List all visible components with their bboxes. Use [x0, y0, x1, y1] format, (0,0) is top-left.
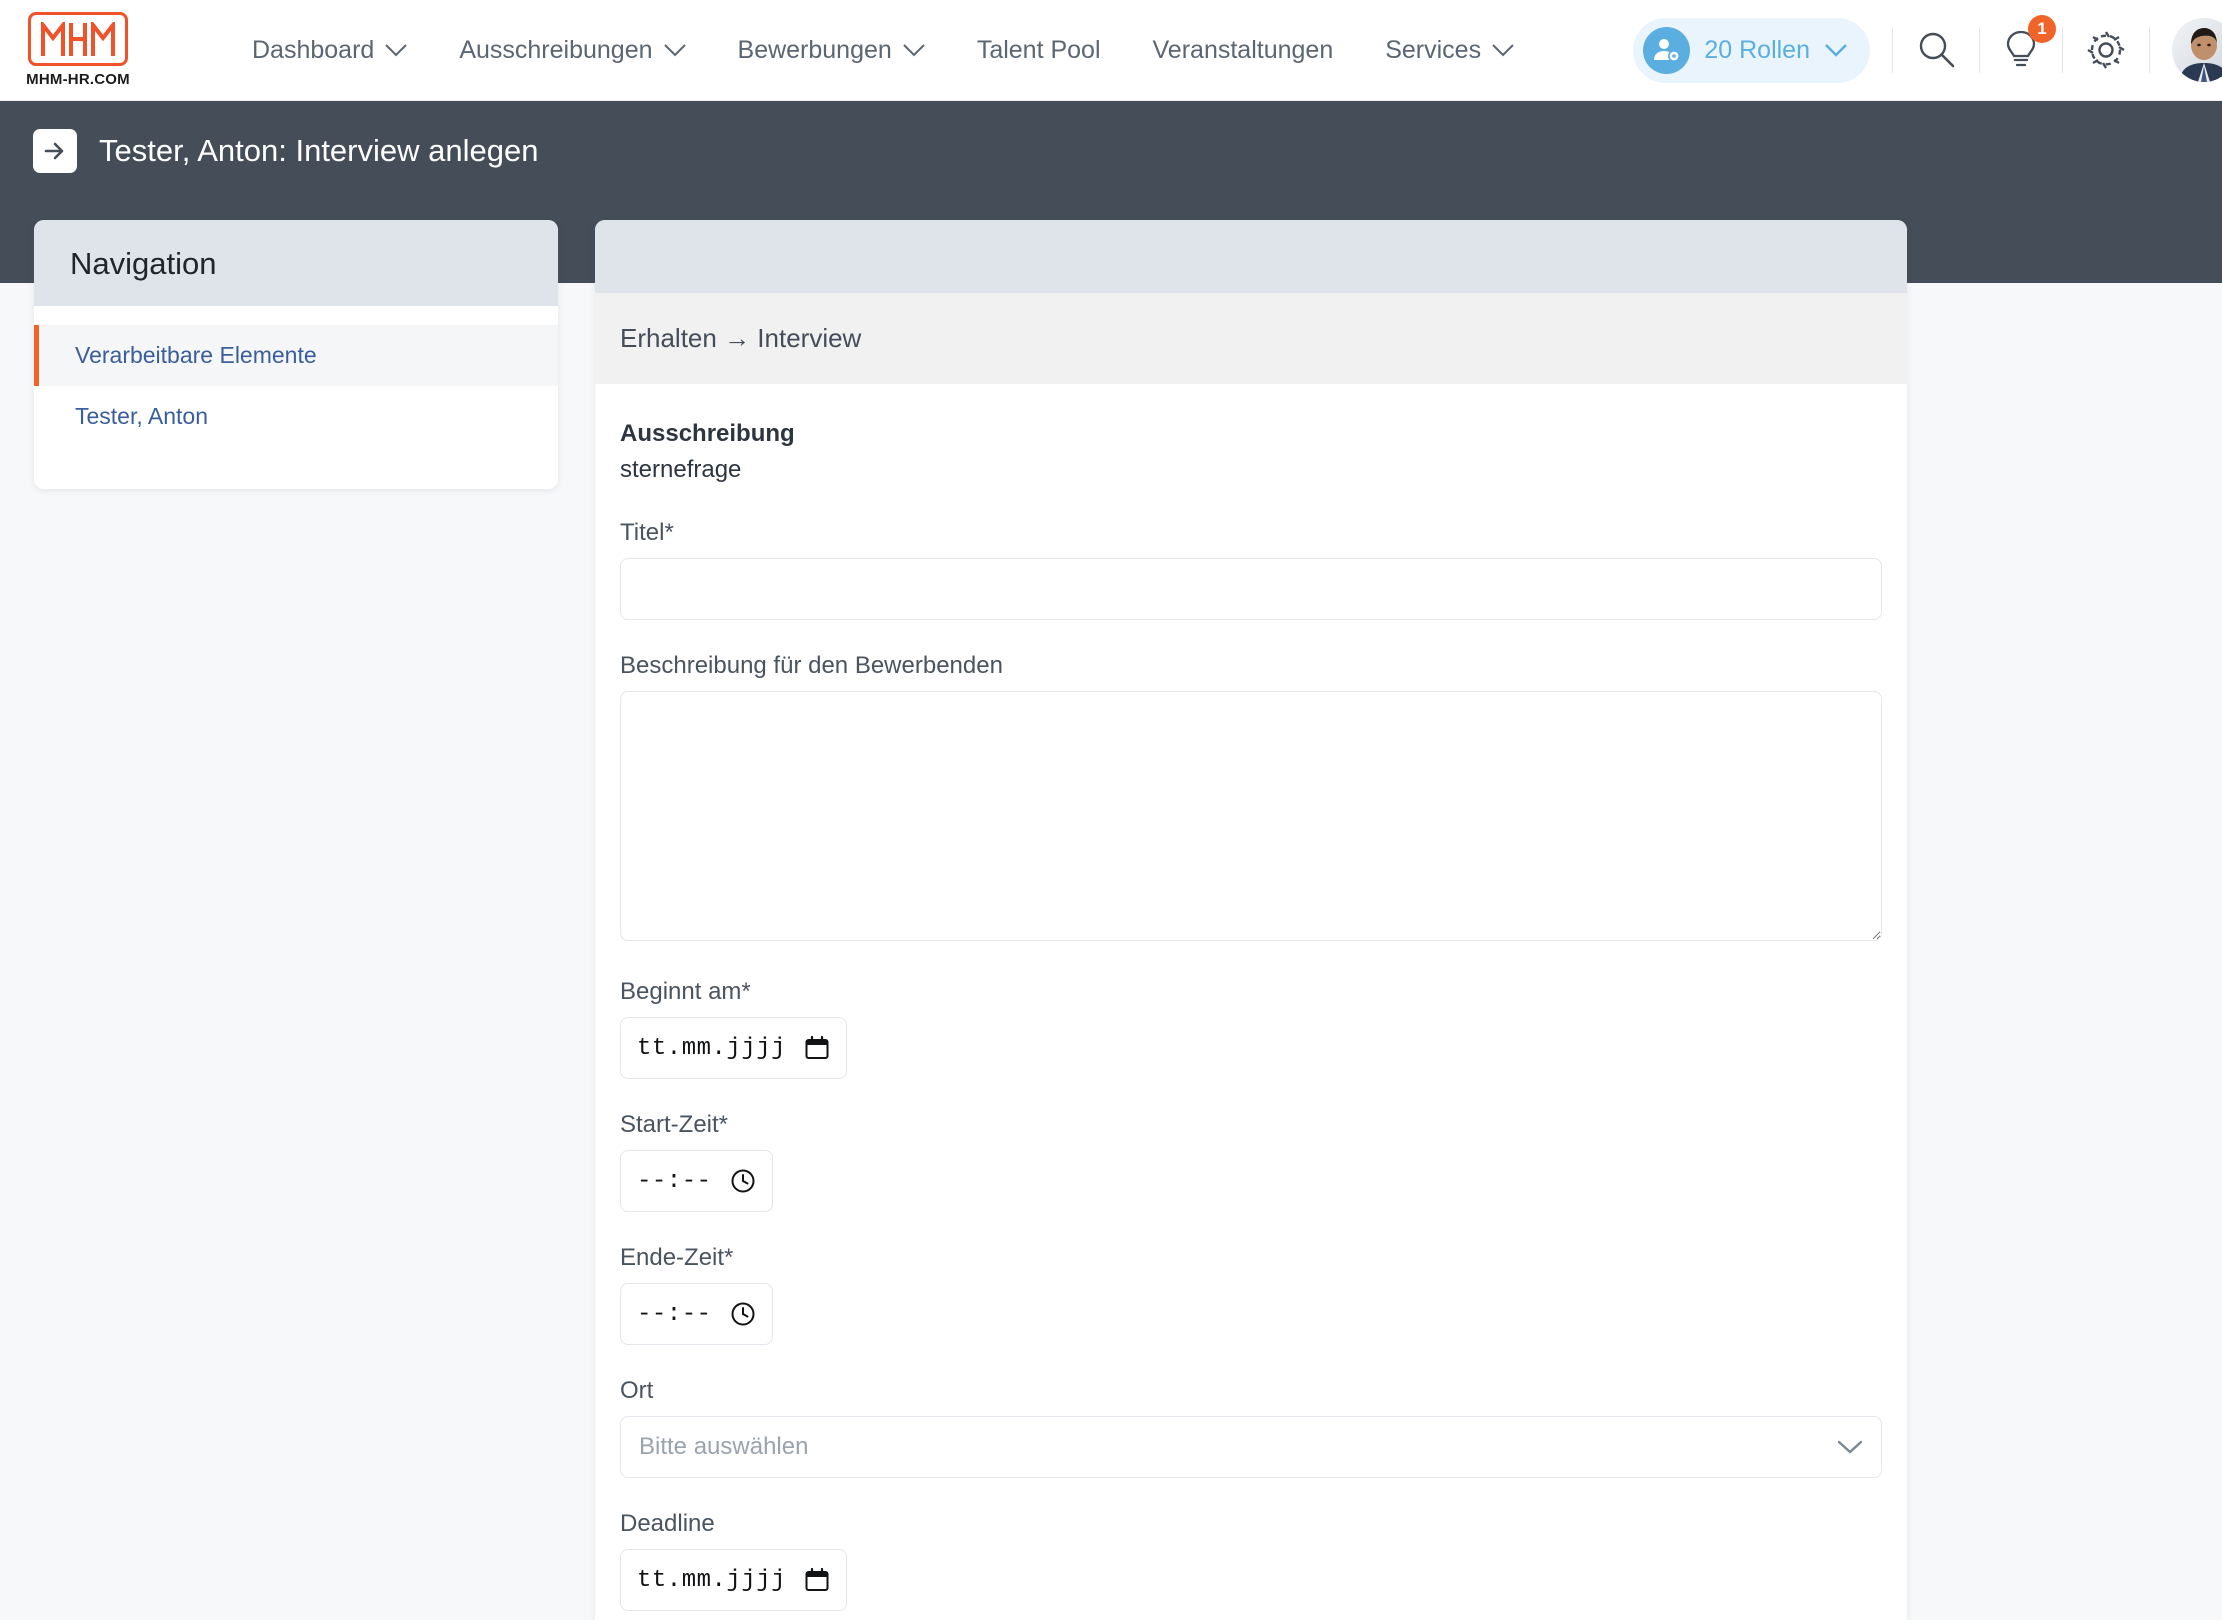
- field-ende-zeit: Ende-Zeit* --:--: [620, 1244, 1882, 1345]
- chevron-down-icon: [1492, 43, 1514, 56]
- interview-form: Ausschreibung sternefrage Titel* Beschre…: [595, 384, 1907, 1611]
- gear-icon[interactable]: [2085, 29, 2127, 71]
- ausschreibung-value: sternefrage: [620, 456, 742, 483]
- nav-item-dashboard[interactable]: Dashboard: [226, 36, 433, 65]
- roles-label: 20 Rollen: [1704, 35, 1810, 64]
- date-placeholder: tt.mm.jjjj: [637, 1034, 787, 1062]
- ausschreibung-label: Ausschreibung: [620, 420, 795, 447]
- calendar-icon[interactable]: [804, 1567, 830, 1593]
- chevron-down-icon: [903, 43, 925, 56]
- ort-select[interactable]: Bitte auswählen: [620, 1416, 1882, 1478]
- field-ort: Ort Bitte auswählen: [620, 1377, 1882, 1478]
- brand-logo[interactable]: MHM-HR.COM: [26, 12, 130, 88]
- page-title: Tester, Anton: Interview anlegen: [99, 133, 539, 168]
- user-gear-icon: [1643, 26, 1691, 74]
- clock-icon[interactable]: [730, 1168, 756, 1194]
- nav-item-veranstaltungen[interactable]: Veranstaltungen: [1127, 36, 1360, 65]
- sidebar-item-label: Tester, Anton: [75, 403, 208, 429]
- arrow-right-icon[interactable]: [33, 129, 77, 173]
- title-row: Tester, Anton: Interview anlegen: [33, 129, 538, 173]
- logo-subtitle: MHM-HR.COM: [26, 71, 130, 88]
- header-tools: 20 Rollen 1: [1633, 0, 2222, 100]
- ort-placeholder: Bitte auswählen: [639, 1433, 809, 1460]
- nav-item-label: Services: [1385, 35, 1482, 64]
- breadcrumb: Erhalten → Interview: [595, 293, 1907, 384]
- divider: [1892, 27, 1893, 73]
- top-navigation-bar: MHM-HR.COM Dashboard Ausschreibungen Bew…: [0, 0, 2222, 101]
- divider: [2149, 27, 2150, 73]
- roles-selector[interactable]: 20 Rollen: [1633, 17, 1870, 83]
- beschreibung-textarea[interactable]: [620, 691, 1882, 941]
- titel-label: Titel*: [620, 519, 674, 546]
- sidebar-item-tester-anton[interactable]: Tester, Anton: [34, 386, 558, 447]
- chevron-down-icon: [1837, 1440, 1863, 1454]
- sidebar-item-label: Verarbeitbare Elemente: [75, 342, 317, 368]
- deadline-date-input[interactable]: tt.mm.jjjj: [620, 1549, 848, 1611]
- chevron-down-icon: [663, 43, 686, 56]
- breadcrumb-text: Erhalten → Interview: [620, 323, 862, 353]
- nav-item-ausschreibungen[interactable]: Ausschreibungen: [433, 36, 711, 65]
- time-placeholder: --:--: [637, 1167, 712, 1195]
- field-deadline: Deadline tt.mm.jjjj: [620, 1510, 1882, 1611]
- clock-icon[interactable]: [730, 1301, 756, 1327]
- nav-item-label: Ausschreibungen: [459, 35, 653, 64]
- arrow-right-glyph: [44, 142, 64, 160]
- nav-item-talent-pool[interactable]: Talent Pool: [951, 36, 1127, 65]
- nav-item-label: Talent Pool: [976, 35, 1101, 64]
- interview-form-card: Erhalten → Interview Ausschreibung stern…: [595, 220, 1907, 1620]
- search-glyph: [1919, 32, 1955, 68]
- titel-input[interactable]: [620, 558, 1882, 620]
- sidebar-list: Verarbeitbare Elemente Tester, Anton: [34, 306, 558, 489]
- field-start-zeit: Start-Zeit* --:--: [620, 1111, 1882, 1212]
- user-gear-glyph: [1653, 39, 1680, 62]
- logo-mark: [28, 12, 128, 66]
- chevron-down-icon: [385, 43, 408, 56]
- beginnt-am-label: Beginnt am*: [620, 978, 751, 1005]
- card-top-bar: [595, 220, 1907, 293]
- start-zeit-time-input[interactable]: --:--: [620, 1150, 773, 1212]
- ort-label: Ort: [620, 1377, 654, 1404]
- user-avatar-photo: [2172, 18, 2222, 82]
- beginnt-am-date-input[interactable]: tt.mm.jjjj: [620, 1017, 848, 1079]
- beschreibung-label: Beschreibung für den Bewerbenden: [620, 652, 1003, 679]
- mhm-logo-icon: [41, 22, 115, 56]
- field-titel: Titel*: [620, 519, 1882, 620]
- avatar[interactable]: [2172, 18, 2222, 82]
- sidebar-item-verarbeitbare-elemente[interactable]: Verarbeitbare Elemente: [34, 325, 558, 386]
- sidebar-title: Navigation: [70, 246, 217, 281]
- nav-item-bewerbungen[interactable]: Bewerbungen: [712, 36, 951, 65]
- time-placeholder: --:--: [637, 1300, 712, 1328]
- ende-zeit-time-input[interactable]: --:--: [620, 1283, 773, 1345]
- lightbulb-icon[interactable]: 1: [2002, 15, 2056, 72]
- divider: [2062, 27, 2063, 73]
- date-placeholder: tt.mm.jjjj: [637, 1566, 787, 1594]
- field-beginnt-am: Beginnt am* tt.mm.jjjj: [620, 978, 1882, 1079]
- nav-item-label: Bewerbungen: [737, 35, 892, 64]
- nav-item-label: Dashboard: [252, 35, 375, 64]
- calendar-icon[interactable]: [804, 1035, 830, 1061]
- divider: [1979, 27, 1980, 73]
- field-beschreibung: Beschreibung für den Bewerbenden: [620, 652, 1882, 946]
- search-icon[interactable]: [1915, 29, 1957, 71]
- ende-zeit-label: Ende-Zeit*: [620, 1244, 734, 1271]
- gear-glyph: [2087, 31, 2125, 69]
- notification-badge: 1: [2028, 15, 2056, 43]
- primary-nav: Dashboard Ausschreibungen Bewerbungen Ta…: [226, 36, 1540, 65]
- sidebar-header: Navigation: [34, 220, 558, 306]
- chevron-down-icon: [1825, 44, 1847, 57]
- start-zeit-label: Start-Zeit*: [620, 1111, 729, 1138]
- navigation-sidebar: Navigation Verarbeitbare Elemente Tester…: [34, 220, 558, 489]
- deadline-label: Deadline: [620, 1510, 715, 1537]
- nav-item-services[interactable]: Services: [1359, 36, 1540, 65]
- nav-item-label: Veranstaltungen: [1152, 35, 1334, 64]
